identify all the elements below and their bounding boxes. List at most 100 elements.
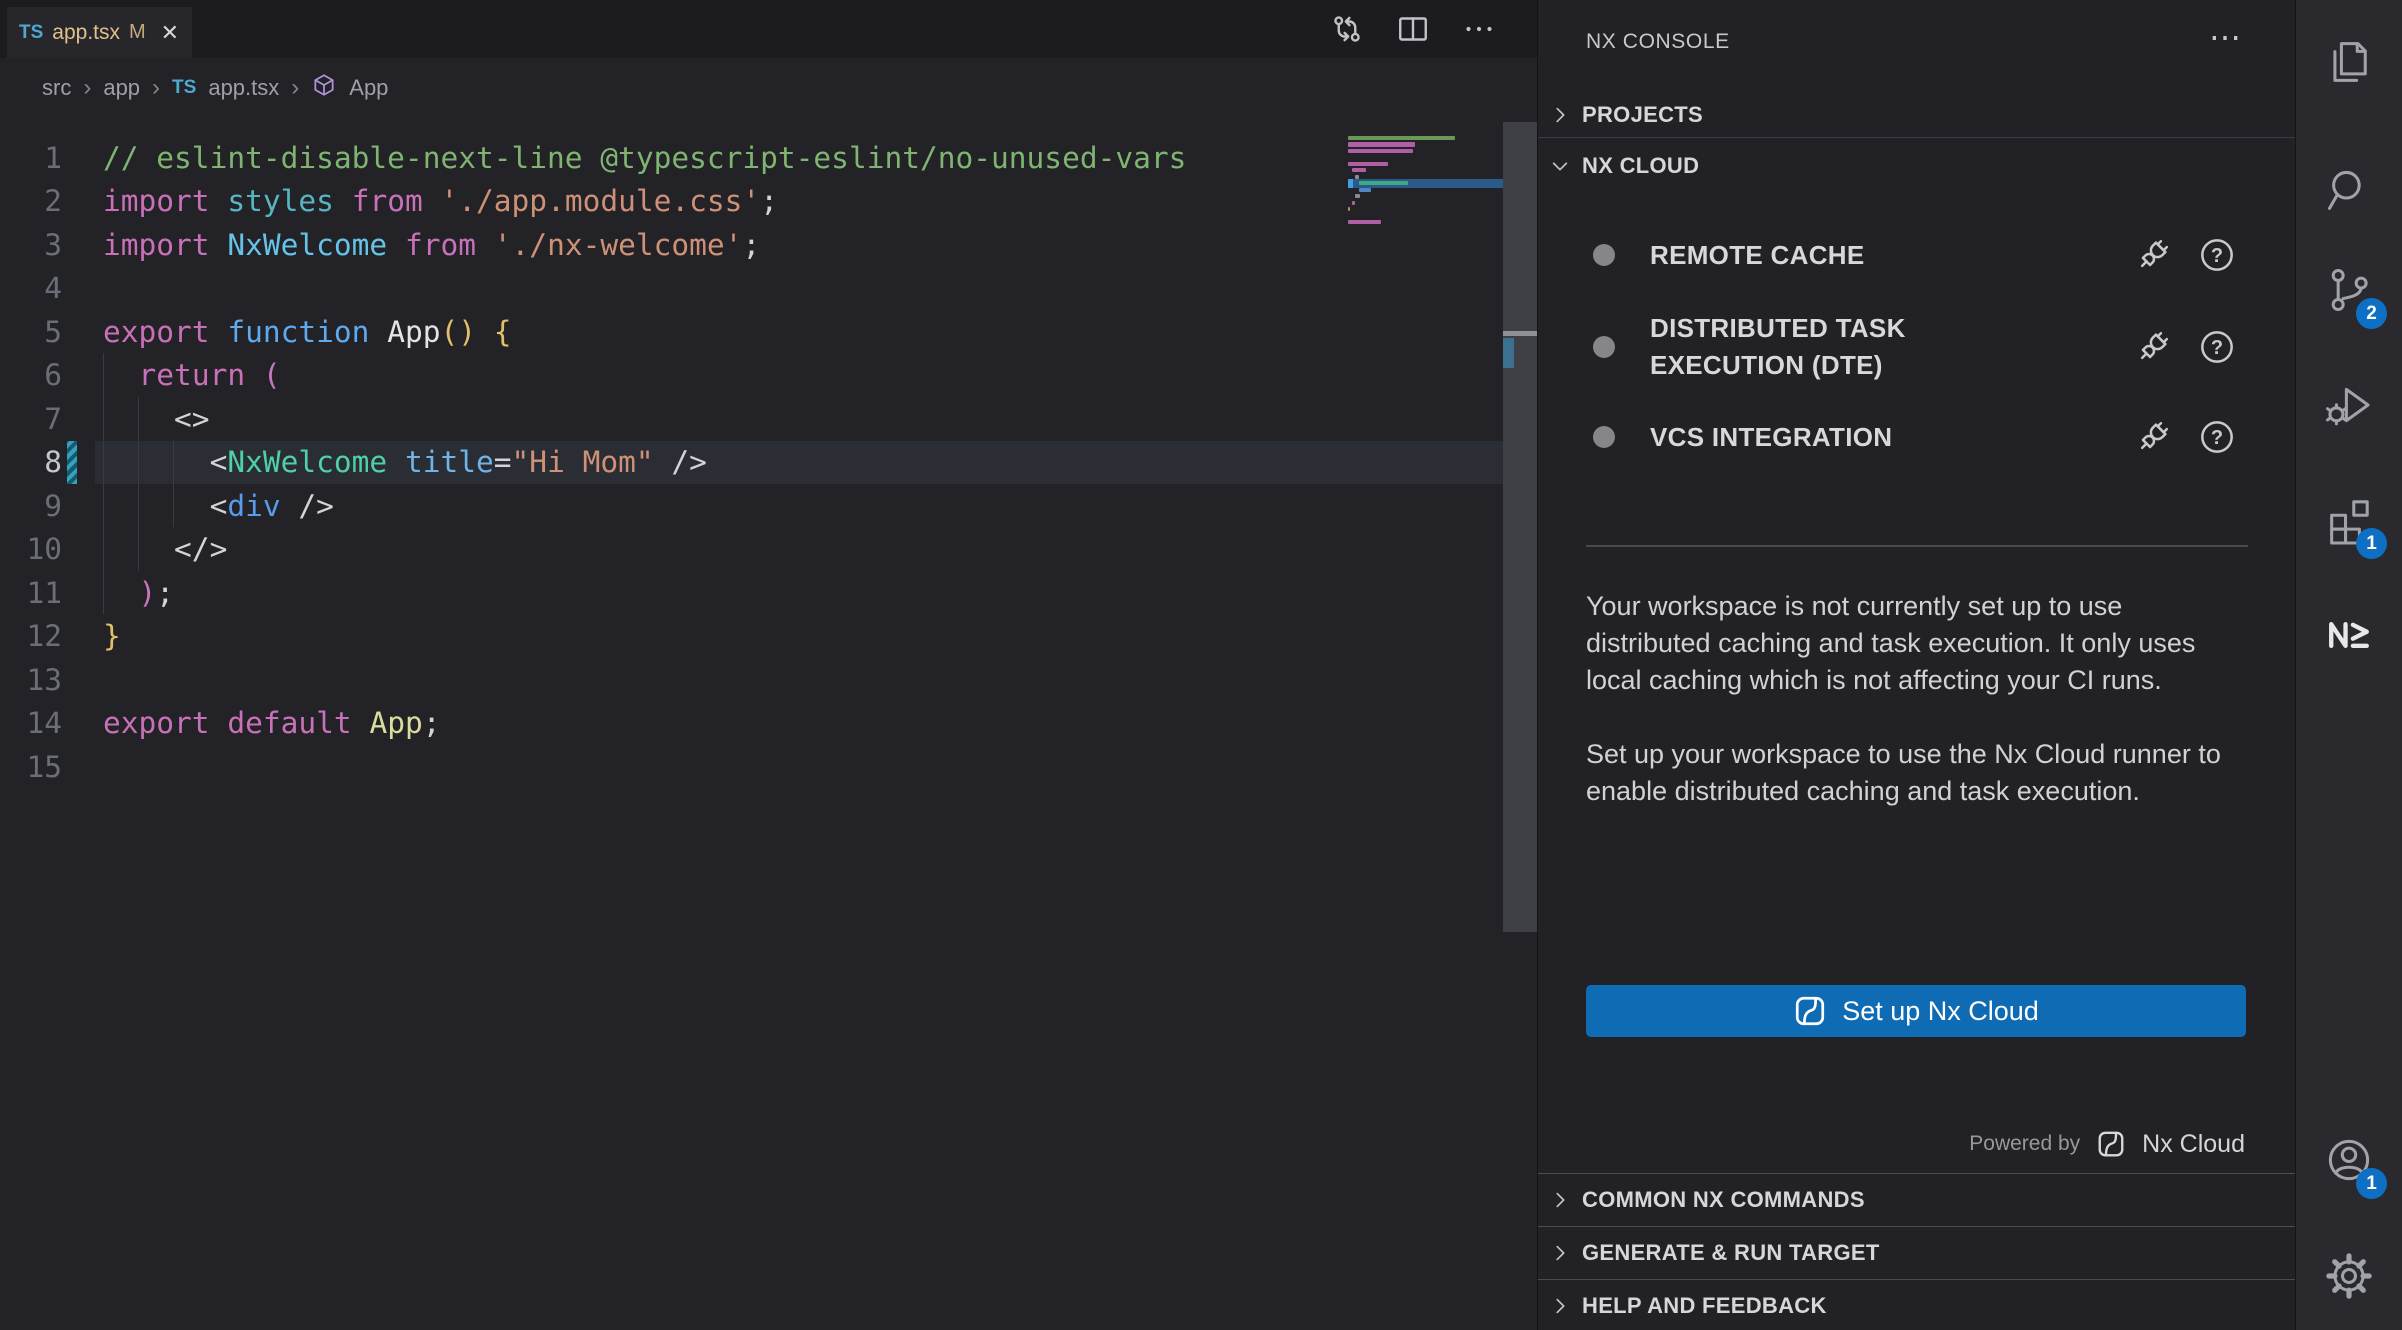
- explorer-icon[interactable]: [2323, 36, 2375, 88]
- breadcrumb: src › app › TS app.tsx › App: [42, 60, 388, 116]
- code-line[interactable]: 13: [0, 658, 1503, 702]
- line-number[interactable]: 13: [0, 663, 62, 697]
- minimap-line: [1355, 175, 1359, 179]
- code-text[interactable]: <NxWelcome title="Hi Mom" />: [95, 441, 1503, 485]
- code-text[interactable]: <div />: [95, 484, 1503, 528]
- code-line[interactable]: 2 import styles from './app.module.css';: [0, 180, 1503, 224]
- collapsed-section-row[interactable]: COMMON NX COMMANDS: [1538, 1173, 2295, 1226]
- code-editor[interactable]: 1 // eslint-disable-next-line @typescript…: [0, 136, 1503, 789]
- split-editor-icon[interactable]: [1395, 11, 1431, 47]
- run-debug-icon[interactable]: [2323, 379, 2375, 431]
- connect-plug-icon[interactable]: [2133, 235, 2173, 275]
- section-projects[interactable]: PROJECTS: [1538, 92, 2295, 138]
- open-changes-icon[interactable]: [1329, 11, 1365, 47]
- powered-by: Powered by Nx Cloud: [1969, 1122, 2245, 1166]
- powered-by-brand: Nx Cloud: [2142, 1130, 2245, 1159]
- code-line[interactable]: 10 </>: [0, 528, 1503, 572]
- code-text[interactable]: export default App;: [95, 702, 1503, 746]
- modified-badge: M: [129, 21, 146, 44]
- code-text[interactable]: );: [95, 571, 1503, 615]
- setup-nx-cloud-button[interactable]: Set up Nx Cloud: [1586, 985, 2246, 1037]
- settings-gear-icon[interactable]: [2323, 1250, 2375, 1302]
- code-line[interactable]: 6 return (: [0, 354, 1503, 398]
- collapsed-section-row[interactable]: HELP AND FEEDBACK: [1538, 1279, 2295, 1330]
- section-nx-cloud[interactable]: NX CLOUD: [1538, 139, 2295, 192]
- line-number[interactable]: 11: [0, 576, 62, 610]
- collapsed-section-row[interactable]: GENERATE & RUN TARGET: [1538, 1226, 2295, 1279]
- code-line[interactable]: 5 export function App() {: [0, 310, 1503, 354]
- typescript-file-icon: TS: [172, 77, 196, 99]
- code-line[interactable]: 1 // eslint-disable-next-line @typescript…: [0, 136, 1503, 180]
- overview-modified-mark: [1503, 338, 1514, 368]
- panel-more-actions-icon[interactable]: ⋯: [2209, 18, 2243, 56]
- minimap[interactable]: [1348, 136, 1503, 376]
- setup-button-label: Set up Nx Cloud: [1842, 996, 2039, 1027]
- code-line[interactable]: 15: [0, 745, 1503, 789]
- section-label: PROJECTS: [1582, 102, 1703, 128]
- code-line[interactable]: 9 <div />: [0, 484, 1503, 528]
- line-number[interactable]: 9: [0, 489, 62, 523]
- line-number[interactable]: 12: [0, 619, 62, 653]
- nx-cloud-logo-icon: [1793, 994, 1827, 1028]
- status-dot: [1593, 244, 1615, 266]
- more-actions-icon[interactable]: [1461, 11, 1497, 47]
- code-text[interactable]: return (: [95, 354, 1503, 398]
- extensions-icon[interactable]: 1: [2323, 494, 2375, 546]
- breadcrumb-item-app[interactable]: app: [103, 75, 140, 101]
- code-text[interactable]: [95, 745, 1503, 789]
- feature-actions: ?: [2133, 235, 2237, 275]
- accounts-icon[interactable]: 1: [2323, 1134, 2375, 1186]
- line-number[interactable]: 3: [0, 228, 62, 262]
- help-question-icon[interactable]: ?: [2197, 327, 2237, 367]
- line-number[interactable]: 8: [0, 445, 62, 479]
- code-line[interactable]: 14 export default App;: [0, 702, 1503, 746]
- connect-plug-icon[interactable]: [2133, 327, 2173, 367]
- code-text[interactable]: import NxWelcome from './nx-welcome';: [95, 223, 1503, 267]
- line-number[interactable]: 5: [0, 315, 62, 349]
- feature-actions: ?: [2133, 417, 2237, 457]
- help-question-icon[interactable]: ?: [2197, 235, 2237, 275]
- code-text[interactable]: import styles from './app.module.css';: [95, 180, 1503, 224]
- code-line[interactable]: 8 <NxWelcome title="Hi Mom" />: [0, 441, 1503, 485]
- line-number[interactable]: 15: [0, 750, 62, 784]
- nx-console-icon[interactable]: [2323, 609, 2375, 661]
- scrollbar[interactable]: [1503, 122, 1537, 932]
- code-text[interactable]: <>: [95, 397, 1503, 441]
- code-line[interactable]: 3 import NxWelcome from './nx-welcome';: [0, 223, 1503, 267]
- help-question-icon[interactable]: ?: [2197, 417, 2237, 457]
- code-text[interactable]: [95, 267, 1503, 311]
- svg-text:?: ?: [2211, 427, 2223, 449]
- line-number[interactable]: 10: [0, 532, 62, 566]
- source-control-icon[interactable]: 2: [2323, 264, 2375, 316]
- line-number[interactable]: 4: [0, 271, 62, 305]
- connect-plug-icon[interactable]: [2133, 417, 2173, 457]
- line-number[interactable]: 2: [0, 184, 62, 218]
- minimap-line: [1348, 142, 1415, 146]
- indent-guide: [103, 353, 104, 614]
- accounts-badge: 1: [2356, 1168, 2387, 1199]
- code-line[interactable]: 7 <>: [0, 397, 1503, 441]
- breadcrumb-separator: ›: [83, 74, 91, 102]
- line-number[interactable]: 1: [0, 141, 62, 175]
- code-line[interactable]: 12}: [0, 615, 1503, 659]
- breadcrumb-item-src[interactable]: src: [42, 75, 71, 101]
- code-text[interactable]: // eslint-disable-next-line @typescript-…: [95, 136, 1503, 180]
- tab-app-tsx[interactable]: TS app.tsx M ✕: [7, 7, 192, 58]
- breadcrumb-item-symbol[interactable]: App: [349, 75, 388, 101]
- code-text[interactable]: export function App() {: [95, 310, 1503, 354]
- code-line[interactable]: 4: [0, 267, 1503, 311]
- code-text[interactable]: [95, 658, 1503, 702]
- nx-cloud-feature-row: VCS INTEGRATION ?: [1538, 410, 2295, 464]
- line-number[interactable]: 14: [0, 706, 62, 740]
- close-tab-icon[interactable]: ✕: [161, 20, 179, 46]
- code-text[interactable]: </>: [95, 528, 1503, 572]
- breadcrumb-item-file[interactable]: app.tsx: [208, 75, 279, 101]
- search-icon[interactable]: [2323, 164, 2375, 216]
- code-line[interactable]: 11 );: [0, 571, 1503, 615]
- panel-header: NX CONSOLE ⋯: [1538, 0, 2295, 92]
- tab-label: app.tsx: [52, 21, 120, 45]
- editor-group: TS app.tsx M ✕ src ›: [0, 0, 1537, 1330]
- line-number[interactable]: 6: [0, 358, 62, 392]
- code-text[interactable]: }: [95, 615, 1503, 659]
- line-number[interactable]: 7: [0, 402, 62, 436]
